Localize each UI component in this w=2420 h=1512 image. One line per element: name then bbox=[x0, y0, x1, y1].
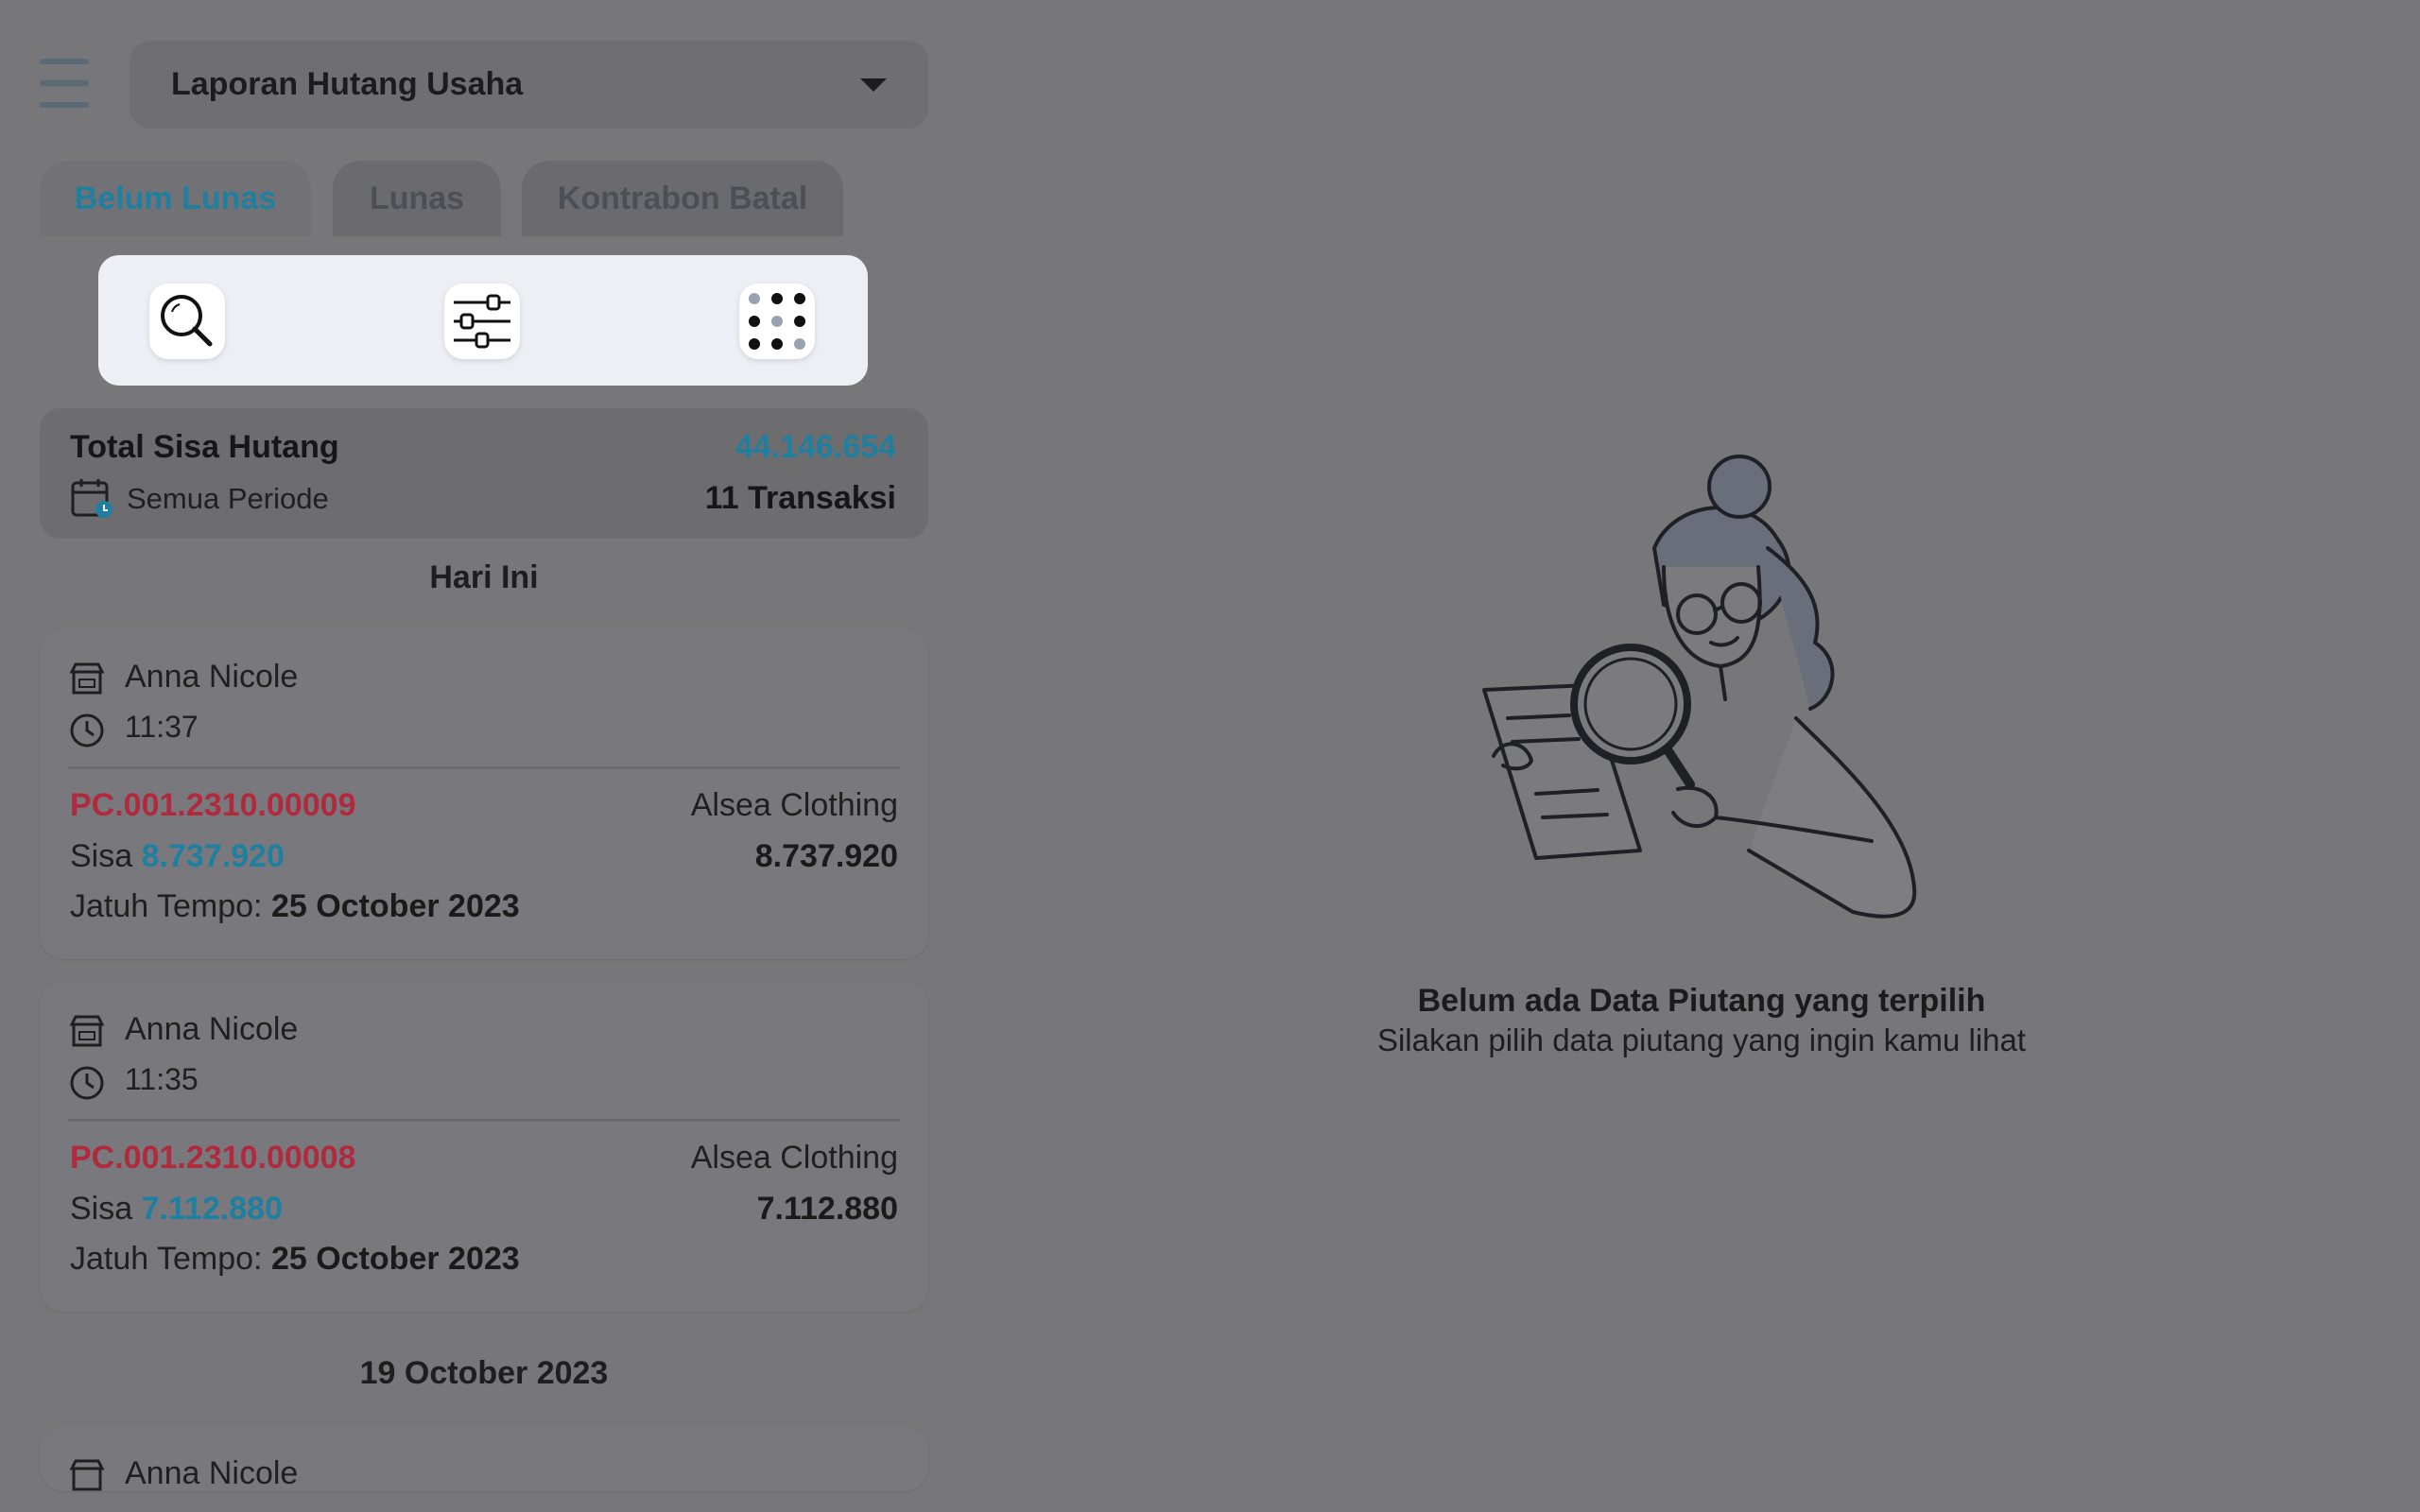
transaction-card[interactable]: Anna Nicole 11:37 PC.001.2310.00009 Alse… bbox=[40, 628, 928, 959]
tab-lunas[interactable]: Lunas bbox=[333, 161, 501, 236]
summary-count: 11 Transaksi bbox=[704, 480, 896, 516]
toolbar bbox=[98, 255, 868, 386]
search-button[interactable] bbox=[149, 284, 225, 359]
grid-dots-icon bbox=[749, 293, 805, 350]
divider bbox=[68, 1119, 900, 1122]
due-date: Jatuh Tempo: 25 October 2023 bbox=[70, 1241, 520, 1277]
transaction-time: 11:37 bbox=[125, 710, 199, 744]
hamburger-menu-icon[interactable] bbox=[38, 59, 93, 108]
store-name: Alsea Clothing bbox=[690, 787, 898, 823]
summary-amount: 44.146.654 bbox=[735, 429, 896, 465]
summary-period[interactable]: Semua Periode bbox=[127, 482, 329, 516]
woman-with-magnifier-illustration bbox=[1482, 455, 1917, 919]
total-amount: 7.112.880 bbox=[756, 1191, 898, 1227]
report-type-dropdown[interactable]: Laporan Hutang Usaha bbox=[130, 41, 928, 129]
vendor-name: Anna Nicole bbox=[125, 1011, 299, 1047]
search-icon bbox=[161, 295, 213, 347]
summary-label: Total Sisa Hutang bbox=[70, 429, 339, 465]
empty-state-title: Belum ada Data Piutang yang terpilih bbox=[1417, 983, 1986, 1019]
report-title: Laporan Hutang Usaha bbox=[171, 66, 524, 102]
date-group-header: Hari Ini bbox=[429, 559, 539, 595]
left-panel: Laporan Hutang Usaha Belum Lunas Lunas K… bbox=[0, 0, 945, 1512]
tab-kontrabon-batal[interactable]: Kontrabon Batal bbox=[522, 161, 843, 236]
empty-state-subtitle: Silakan pilih data piutang yang ingin ka… bbox=[1376, 1022, 2027, 1057]
transaction-time: 11:35 bbox=[125, 1062, 199, 1096]
transaction-card[interactable]: Anna Nicole 11:35 PC.001.2310.00008 Alse… bbox=[40, 981, 928, 1312]
store-icon bbox=[69, 1459, 105, 1491]
clock-icon bbox=[70, 713, 104, 747]
vendor-name: Anna Nicole bbox=[125, 1455, 299, 1491]
vendor-name: Anna Nicole bbox=[125, 659, 299, 695]
filter-sliders-icon bbox=[454, 294, 510, 349]
date-group-header: 19 October 2023 bbox=[359, 1355, 609, 1391]
remaining-amount: Sisa 7.112.880 bbox=[70, 1191, 283, 1227]
clock-icon bbox=[70, 1066, 104, 1100]
chevron-down-icon bbox=[860, 77, 887, 92]
remaining-amount: Sisa 8.737.920 bbox=[70, 838, 285, 874]
store-name: Alsea Clothing bbox=[690, 1140, 898, 1176]
grid-button[interactable] bbox=[739, 284, 815, 359]
summary-card: Total Sisa Hutang 44.146.654 Semua Perio… bbox=[40, 408, 928, 539]
store-icon bbox=[69, 1015, 105, 1047]
due-date: Jatuh Tempo: 25 October 2023 bbox=[70, 888, 520, 924]
tab-belum-lunas[interactable]: Belum Lunas bbox=[40, 161, 311, 236]
store-icon bbox=[69, 662, 105, 695]
transaction-card[interactable]: Anna Nicole bbox=[40, 1425, 928, 1491]
filter-button[interactable] bbox=[444, 284, 520, 359]
divider bbox=[68, 766, 900, 769]
transaction-code: PC.001.2310.00009 bbox=[70, 787, 356, 823]
calendar-icon bbox=[71, 479, 112, 518]
transaction-code: PC.001.2310.00008 bbox=[70, 1140, 356, 1176]
total-amount: 8.737.920 bbox=[754, 838, 898, 874]
